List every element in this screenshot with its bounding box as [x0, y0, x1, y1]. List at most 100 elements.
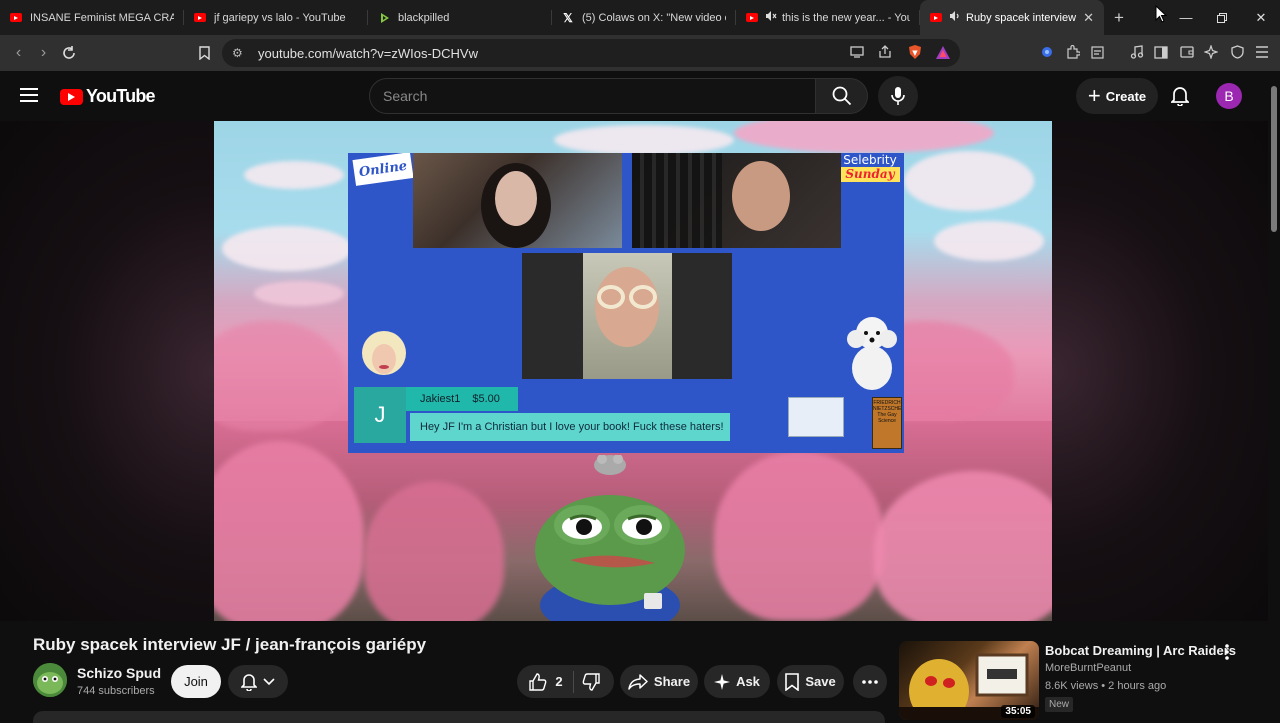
cloud-shape: [254, 281, 344, 306]
back-icon[interactable]: ‹: [6, 40, 31, 65]
donor-avatar: J: [354, 387, 406, 443]
donor-name: Jakiest1: [420, 393, 461, 405]
site-info-icon[interactable]: ⚙: [232, 46, 248, 60]
leo-ai-icon[interactable]: [1202, 43, 1220, 61]
sidebar-toggle-icon[interactable]: [1152, 43, 1170, 61]
browser-menu-icon[interactable]: [1253, 43, 1271, 61]
muted-icon[interactable]: [766, 11, 777, 24]
recommended-meta: 8.6K views • 2 hours ago: [1045, 680, 1167, 692]
minimize-icon[interactable]: —: [1167, 0, 1205, 35]
face-shape: [732, 161, 790, 231]
shelf-shape: [632, 153, 722, 248]
like-count: 2: [555, 674, 563, 689]
webcam-guest-center: [522, 253, 732, 379]
share-button[interactable]: Share: [620, 665, 698, 698]
mouse-cursor-icon: [1155, 4, 1168, 28]
more-vertical-icon[interactable]: [1219, 643, 1235, 661]
video-title: Ruby spacek interview JF / jean-françois…: [33, 635, 427, 654]
bell-icon: [1171, 87, 1189, 106]
subscriber-count: 744 subscribers: [77, 685, 155, 697]
ask-label: Ask: [736, 674, 760, 689]
like-button[interactable]: 2: [521, 665, 572, 698]
description-box[interactable]: [33, 711, 885, 723]
close-window-icon[interactable]: ✕: [1242, 0, 1280, 35]
reader-mode-icon[interactable]: [1088, 43, 1106, 61]
subscription-bell-button[interactable]: [228, 665, 288, 698]
bookmark-icon[interactable]: [192, 40, 217, 65]
new-badge: New: [1045, 697, 1074, 712]
tab-title: this is the new year... - YouTu: [782, 11, 910, 24]
channel-avatar[interactable]: [33, 663, 67, 697]
search-button[interactable]: [816, 78, 868, 114]
scrollbar-thumb[interactable]: [1271, 86, 1277, 232]
search-box: [369, 78, 816, 114]
tab-title: INSANE Feminist MEGA CRASHO: [30, 11, 174, 24]
browser-tab-strip: INSANE Feminist MEGA CRASHO jf gariepy v…: [0, 0, 1280, 35]
cloud-shape: [554, 125, 734, 155]
browser-toolbar: ‹ › ⚙ youtube.com/watch?v=zWIos-DCHVw ▼: [0, 35, 1280, 71]
pink-grass: [364, 481, 504, 621]
youtube-icon: [10, 13, 22, 22]
new-tab-button[interactable]: +: [1104, 8, 1134, 28]
like-dislike-group: 2: [517, 665, 614, 698]
brave-shield-icon[interactable]: ▼: [906, 43, 924, 61]
celebrity-sunday-logo: Selebrity Sunday: [840, 153, 900, 187]
cloud-shape: [222, 226, 352, 271]
restore-icon[interactable]: [1203, 0, 1241, 35]
browser-tab[interactable]: jf gariepy vs lalo - YouTube: [184, 0, 368, 35]
pepe-frog-image: [530, 454, 690, 621]
voice-search-button[interactable]: [878, 76, 918, 116]
vpn-shield-icon[interactable]: [1228, 43, 1246, 61]
extension-icon[interactable]: [1038, 43, 1056, 61]
browser-tab[interactable]: 𝕏 (5) Colaws on X: "New video on: [552, 0, 736, 35]
youtube-icon: [930, 13, 942, 22]
tab-title: (5) Colaws on X: "New video on: [582, 11, 726, 24]
face-shape: [495, 171, 537, 226]
more-actions-button[interactable]: [853, 665, 887, 698]
browser-tab[interactable]: this is the new year... - YouTu: [736, 0, 920, 35]
create-label: Create: [1105, 88, 1147, 104]
rumble-icon: [378, 12, 390, 24]
video-scene: Online Selebrity Sunday FRIEDRICH NIETZS…: [214, 121, 1052, 621]
join-button[interactable]: Join: [171, 665, 221, 698]
recommended-title[interactable]: Bobcat Dreaming | Arc Raiders: [1045, 643, 1236, 658]
celebrity-logo-line1: Selebrity: [840, 153, 900, 167]
share-page-icon[interactable]: [876, 43, 894, 61]
account-avatar[interactable]: B: [1216, 83, 1242, 109]
reload-icon[interactable]: [56, 40, 81, 65]
webcam-guest-left: [413, 153, 622, 248]
recommended-channel[interactable]: MoreBurntPeanut: [1045, 662, 1131, 674]
forward-icon[interactable]: ›: [31, 40, 56, 65]
browser-tab-active[interactable]: Ruby spacek interview JF ✕: [920, 0, 1104, 35]
youtube-wordmark: YouTube: [86, 86, 156, 106]
url-text: youtube.com/watch?v=zWIos-DCHVw: [258, 45, 478, 61]
dislike-button[interactable]: [574, 665, 610, 698]
brave-rewards-icon[interactable]: [934, 43, 952, 61]
x-icon: 𝕏: [563, 10, 573, 25]
youtube-logo[interactable]: YouTube: [60, 86, 156, 107]
menu-icon[interactable]: [20, 88, 38, 102]
browser-tab[interactable]: INSANE Feminist MEGA CRASHO: [0, 0, 184, 35]
media-music-icon[interactable]: [1128, 43, 1146, 61]
channel-name[interactable]: Schizo Spud: [77, 665, 161, 681]
cloud-shape: [934, 221, 1044, 261]
browser-tab[interactable]: blackpilled: [368, 0, 552, 35]
wallet-icon[interactable]: [1178, 43, 1196, 61]
create-button[interactable]: + Create: [1076, 78, 1158, 114]
search-input[interactable]: [370, 79, 815, 113]
recommended-thumbnail[interactable]: 35:05: [899, 641, 1039, 720]
notifications-button[interactable]: [1162, 78, 1198, 114]
speaker-icon[interactable]: [950, 11, 961, 24]
close-tab-icon[interactable]: ✕: [1083, 10, 1094, 26]
cloud-shape: [734, 121, 994, 153]
save-button[interactable]: Save: [777, 665, 844, 698]
plus-icon: +: [1087, 83, 1101, 108]
ask-button[interactable]: Ask: [704, 665, 770, 698]
youtube-icon: [194, 13, 206, 22]
cast-icon[interactable]: [848, 43, 866, 61]
donation-header: Jakiest1 $5.00: [406, 387, 518, 411]
share-label: Share: [653, 674, 691, 689]
video-player[interactable]: Online Selebrity Sunday FRIEDRICH NIETZS…: [0, 121, 1268, 621]
extensions-puzzle-icon[interactable]: [1064, 43, 1082, 61]
video-duration: 35:05: [1001, 705, 1035, 718]
